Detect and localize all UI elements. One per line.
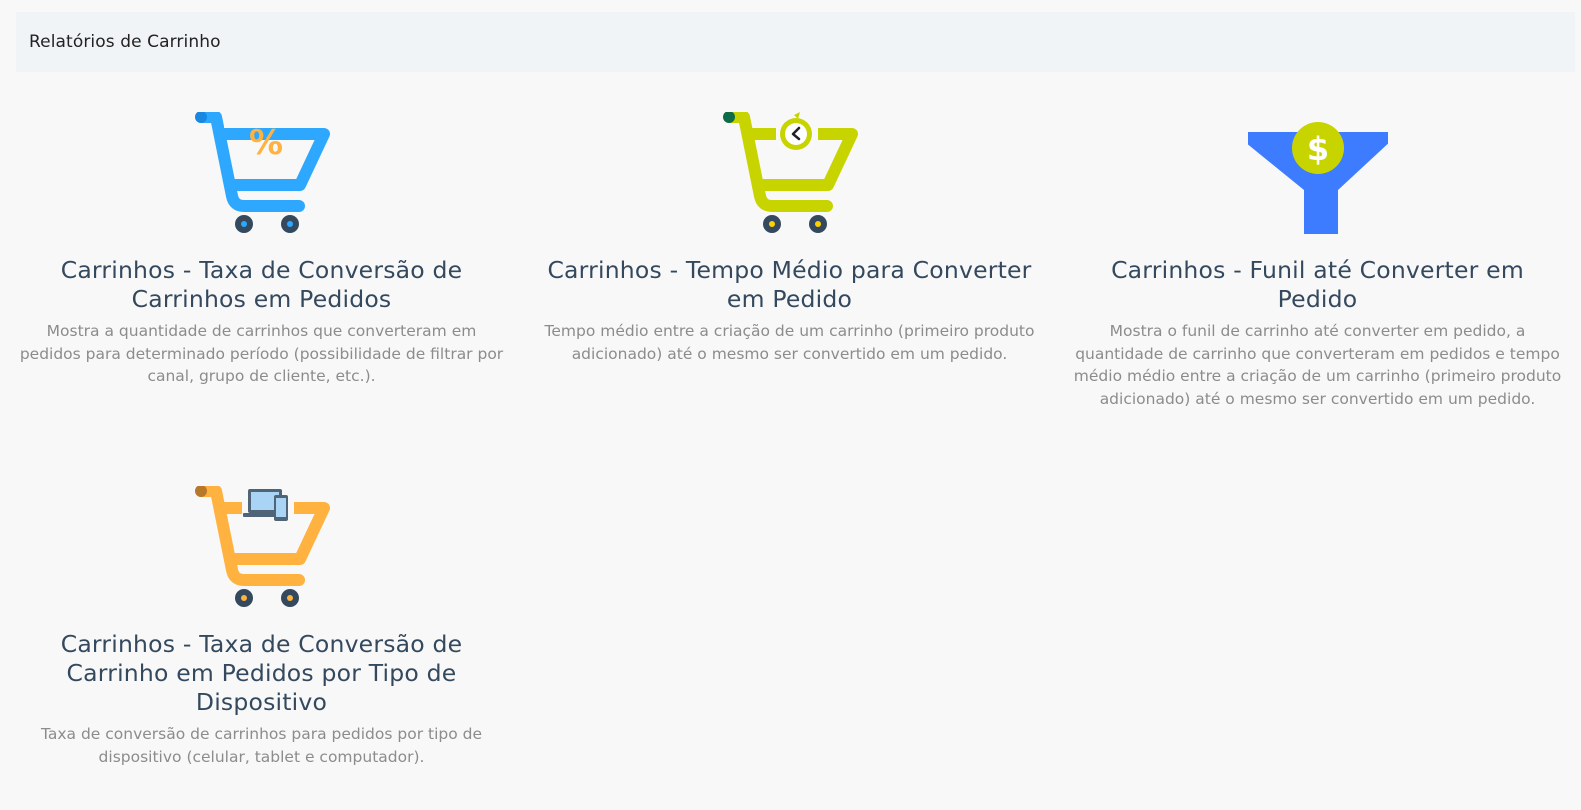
- cart-percent-icon: %: [192, 112, 332, 234]
- page-title: Relatórios de Carrinho: [29, 32, 221, 52]
- card-description: Tempo médio entre a criação de um carrin…: [544, 322, 1035, 363]
- percent-symbol: %: [248, 123, 282, 163]
- report-card-cart-device[interactable]: Carrinhos - Taxa de Conversão de Carrinh…: [14, 486, 509, 768]
- card-title[interactable]: Carrinhos - Taxa de Conversão de Carrinh…: [14, 630, 509, 717]
- report-card-cart-funnel[interactable]: $ Carrinhos - Funil até Converter em Ped…: [1070, 112, 1565, 410]
- funnel-dollar-icon: $: [1247, 112, 1388, 234]
- card-description: Mostra a quantidade de carrinhos que con…: [19, 322, 504, 385]
- card-title[interactable]: Carrinhos - Tempo Médio para Converter e…: [542, 256, 1037, 314]
- dollar-symbol: $: [1306, 130, 1328, 168]
- card-title[interactable]: Carrinhos - Funil até Converter em Pedid…: [1070, 256, 1565, 314]
- card-description: Taxa de conversão de carrinhos para pedi…: [40, 725, 483, 766]
- report-card-cart-conversion[interactable]: % Carrinhos - Taxa de Conversão de Carri…: [14, 112, 509, 388]
- card-title[interactable]: Carrinhos - Taxa de Conversão de Carrinh…: [14, 256, 509, 314]
- report-card-cart-avg-time[interactable]: Carrinhos - Tempo Médio para Converter e…: [542, 112, 1037, 365]
- cart-clock-icon: [720, 112, 860, 234]
- section-header: Relatórios de Carrinho: [16, 12, 1575, 72]
- card-description: Mostra o funil de carrinho até converter…: [1073, 322, 1562, 408]
- cart-devices-icon: [192, 486, 332, 608]
